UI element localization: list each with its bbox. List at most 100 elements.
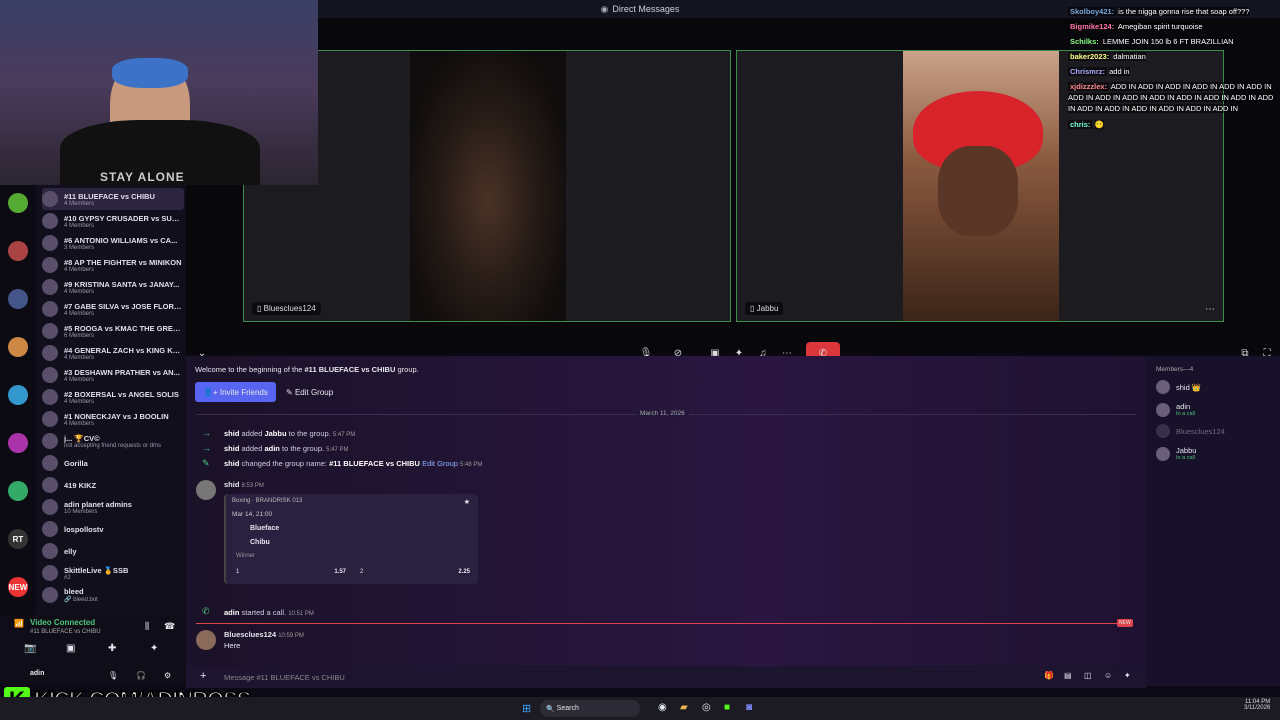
apps-icon[interactable]: ✦ xyxy=(1124,671,1131,680)
avatar[interactable] xyxy=(196,630,216,650)
avatar xyxy=(42,521,58,537)
new-badge: NEW xyxy=(1117,619,1133,627)
member-item[interactable]: Jabbu In a call xyxy=(1156,446,1196,461)
gear-icon[interactable]: ⚙ xyxy=(164,671,171,680)
dm-name: SkittleLive 🏅SSB xyxy=(64,565,129,575)
screen-icon[interactable]: ▣ xyxy=(66,643,75,654)
message-composer[interactable]: + Message #11 BLUEFACE vs CHIBU 🎁 ▤ ◫ ☺ … xyxy=(186,666,1146,688)
discord-app-icon[interactable]: ◙ xyxy=(746,702,752,713)
sticker-icon[interactable]: ◫ xyxy=(1084,671,1092,680)
system-rest[interactable]: Edit Group xyxy=(422,459,458,468)
dm-item[interactable]: #4 GENERAL ZACH vs KING KE... 4 Members xyxy=(42,342,184,364)
member-status: In a call xyxy=(1176,455,1195,461)
dm-item[interactable]: adin planet admins 10 Members xyxy=(42,496,184,518)
windows-start-icon[interactable]: ⊞ xyxy=(522,702,531,715)
chat-message: Amegiban spirit turquoise xyxy=(1117,22,1203,31)
activity-icon[interactable]: ✚ xyxy=(108,643,116,654)
headset-icon[interactable]: 🎧 xyxy=(136,671,146,680)
taskbar-search[interactable]: 🔍 Search xyxy=(540,700,640,717)
dm-subtitle: 4 Members xyxy=(64,266,95,273)
member-item[interactable]: Bluesclues124 xyxy=(1156,424,1225,438)
dm-item[interactable]: #9 KRISTINA SANTA vs JANAY... 4 Members xyxy=(42,276,184,298)
bet-label: Winner xyxy=(236,553,256,559)
dm-item[interactable]: #2 BOXERSAL vs ANGEL SOLIS 4 Members xyxy=(42,386,184,408)
camera-icon[interactable]: 📷 xyxy=(24,643,36,654)
hoodie-text: STAY ALONE xyxy=(100,170,185,184)
gift-icon[interactable]: 🎁 xyxy=(1044,671,1054,680)
edit-group-button[interactable]: ✎ Edit Group xyxy=(282,382,337,402)
dm-item[interactable]: elly xyxy=(42,540,184,562)
avatar[interactable] xyxy=(196,480,216,500)
folder-icon[interactable]: ▰ xyxy=(680,702,688,713)
dm-item[interactable]: #8 AP THE FIGHTER vs MINIKON 4 Members xyxy=(42,254,184,276)
pencil-icon: ✎ xyxy=(202,458,210,468)
system-actor[interactable]: shid xyxy=(224,444,239,453)
dm-item[interactable]: lospollostv xyxy=(42,518,184,540)
dm-item[interactable]: #11 BLUEFACE vs CHIBU 4 Members xyxy=(42,188,184,210)
dm-item[interactable]: #5 ROOGA vs KMAC THE GREAT 6 Members xyxy=(42,320,184,342)
dm-item[interactable]: #3 DESHAWN PRATHER vs AN... 4 Members xyxy=(42,364,184,386)
system-actor[interactable]: shid xyxy=(224,459,239,468)
message-input[interactable]: Message #11 BLUEFACE vs CHIBU xyxy=(224,673,345,682)
mic-icon[interactable]: 🎙 xyxy=(108,671,118,680)
current-user[interactable]: adin xyxy=(30,670,44,677)
voice-channel[interactable]: #11 BLUEFACE vs CHIBU xyxy=(30,629,101,635)
dm-subtitle: 🔗 bleed.bot xyxy=(64,597,98,603)
member-item[interactable]: adin In a call xyxy=(1156,402,1195,417)
dm-item[interactable]: #6 ANTONIO WILLIAMS vs CA... 3 Members xyxy=(42,232,184,254)
date-label: March 11, 2026 xyxy=(636,410,689,417)
message-author[interactable]: shid 8:53 PM xyxy=(224,480,264,489)
dm-item[interactable]: SkittleLive 🏅SSB #2 xyxy=(42,562,184,584)
dm-subtitle: 4 Members xyxy=(64,354,95,361)
odds-1[interactable]: 1 1.57 xyxy=(232,566,350,578)
dm-item[interactable]: 419 KIKZ xyxy=(42,474,184,496)
dm-subtitle: 4 Members xyxy=(64,288,95,295)
dm-item[interactable]: #7 GABE SILVA vs JOSE FLORE... 4 Members xyxy=(42,298,184,320)
bet-embed: Boxing · BRANDRISK 013 ★ Mar 14, 21:00 B… xyxy=(224,494,478,584)
headband xyxy=(112,58,188,88)
system-message: shid changed the group name: #11 BLUEFAC… xyxy=(224,459,482,468)
plus-icon[interactable]: + xyxy=(200,670,206,682)
dm-item[interactable]: bleed 🔗 bleed.bot xyxy=(42,584,184,606)
obs-icon[interactable]: ◎ xyxy=(702,702,711,713)
dm-item[interactable]: j... 🏆CV© not accepting friend requests o… xyxy=(42,430,184,452)
kick-app-icon[interactable]: ■ xyxy=(724,702,730,713)
server-icon[interactable] xyxy=(8,241,28,261)
gif-icon[interactable]: ▤ xyxy=(1064,671,1072,680)
dm-name: #11 BLUEFACE vs CHIBU xyxy=(64,191,155,201)
invite-friends-button[interactable]: 👤+ Invite Friends xyxy=(195,382,276,402)
server-icon[interactable] xyxy=(8,385,28,405)
noise-icon[interactable]: ⫼ xyxy=(145,621,149,632)
disconnect-icon[interactable]: ☎ xyxy=(164,621,175,632)
server-icon[interactable] xyxy=(8,289,28,309)
system-actor[interactable]: shid xyxy=(224,429,239,438)
avatar xyxy=(1156,424,1170,438)
bet-date: Mar 14, 21:00 xyxy=(232,511,273,518)
avatar xyxy=(42,499,58,515)
dm-item[interactable]: #1 NONECKJAY vs J BOOLIN 4 Members xyxy=(42,408,184,430)
odds-2[interactable]: 2 2.25 xyxy=(356,566,474,578)
member-item[interactable]: shid 👑 xyxy=(1156,380,1201,394)
more-icon[interactable]: ⋯ xyxy=(1205,304,1215,315)
server-icon[interactable] xyxy=(8,481,28,501)
dm-item[interactable]: #10 GYPSY CRUSADER vs SUP... 4 Members xyxy=(42,210,184,232)
dm-name: #4 GENERAL ZACH vs KING KE... xyxy=(64,345,182,355)
message-author[interactable]: Bluesclues124 10:59 PM xyxy=(224,630,304,639)
server-icon[interactable]: RT xyxy=(8,529,28,549)
members-title: Members—4 xyxy=(1156,366,1194,373)
taskbar-clock[interactable]: 11:04 PM 3/11/2026 xyxy=(1244,699,1270,711)
server-icon[interactable] xyxy=(8,433,28,453)
star-icon[interactable]: ★ xyxy=(464,498,470,506)
soundboard-icon[interactable]: ✦ xyxy=(150,643,158,654)
server-icon[interactable] xyxy=(8,193,28,213)
system-action: added xyxy=(241,444,263,453)
emoji-icon[interactable]: ☺ xyxy=(1104,671,1112,680)
server-icon[interactable] xyxy=(8,337,28,357)
avatar xyxy=(42,543,58,559)
chrome-icon[interactable]: ◉ xyxy=(658,702,667,713)
dm-subtitle: 4 Members xyxy=(64,222,95,229)
chat-user: xjdizzzlex: xyxy=(1068,82,1110,91)
dm-item[interactable]: Gorilla xyxy=(42,452,184,474)
server-icon[interactable]: NEW xyxy=(8,577,28,597)
tile-label: ▯ Jabbu xyxy=(745,302,784,315)
